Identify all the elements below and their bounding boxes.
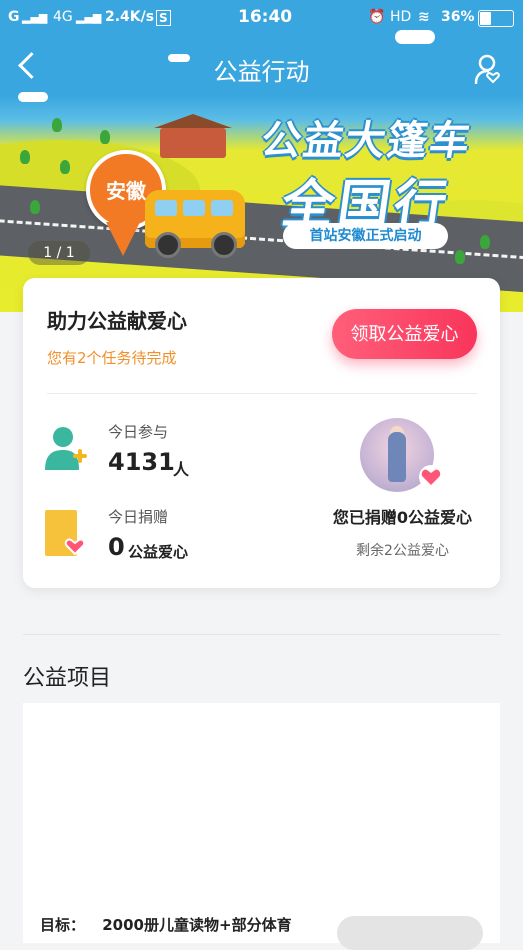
banner-title-line1: 公益大篷车 (258, 118, 475, 164)
project-target-label: 目标： (40, 916, 86, 934)
today-participate-value: 4131 (108, 448, 175, 476)
card-title: 助力公益献爱心 (47, 309, 187, 333)
page-title: 公益行动 (213, 58, 310, 86)
cloud-decoration (18, 92, 48, 102)
donation-heart-card-icon (45, 510, 86, 556)
network-label: 4G (53, 9, 73, 25)
tree-decoration (100, 130, 110, 144)
wifi-icon: ≋ (418, 9, 430, 25)
carousel-page-indicator: 1 / 1 (28, 241, 90, 265)
section-title: 公益项目 (23, 666, 112, 691)
status-bar: G ▂▄▆ 4G ▂▄▆ 2.4K/s S 16:40 ⏰ HD ≋ 36% (0, 0, 523, 36)
user-profile-icon[interactable] (474, 54, 502, 84)
tree-decoration (480, 235, 490, 249)
signal-label: G (8, 9, 20, 25)
today-donate-unit: 公益爱心 (128, 543, 189, 561)
project-target-text: 2000册儿童读物+部分体育 (102, 916, 292, 934)
battery-icon (478, 10, 514, 27)
charity-summary-card: 助力公益献爱心 您有2个任务待完成 领取公益爱心 今日参与 4131 人 今日捐… (23, 278, 500, 588)
card-divider (47, 393, 477, 394)
banner-subtitle: 首站安徽正式启动 (283, 223, 448, 249)
signal-bars-icon: ▂▄▆ (22, 11, 48, 24)
project-target: 目标： 2000册儿童读物+部分体育 (40, 914, 292, 935)
today-donate-value: 0 (108, 533, 125, 561)
tree-decoration (20, 150, 30, 164)
heart-badge-icon (419, 465, 443, 489)
project-card[interactable] (23, 703, 500, 943)
sim-icon: S (156, 10, 171, 26)
today-participate-label: 今日参与 (108, 423, 169, 441)
tree-decoration (455, 250, 465, 264)
section-divider (23, 634, 500, 635)
claim-love-button[interactable]: 领取公益爱心 (332, 309, 477, 359)
school-building-illustration (154, 114, 232, 158)
hd-label: HD (390, 9, 412, 25)
donated-summary: 您已捐赠0公益爱心 (332, 508, 473, 527)
hero-banner[interactable]: 安徽 公益大篷车 全国行 首站安徽正式启动 1 / 1 G ▂▄▆ 4G ▂▄▆… (0, 0, 523, 312)
project-action-button[interactable] (337, 916, 483, 950)
tree-decoration (52, 118, 62, 132)
network-speed: 2.4K/s (105, 9, 155, 25)
banner-title: 公益大篷车 全国行 (258, 108, 474, 237)
tree-decoration (60, 160, 70, 174)
alarm-icon: ⏰ (368, 9, 386, 25)
battery-percent: 36% (441, 9, 475, 25)
today-participate-unit: 人 (173, 460, 190, 479)
pending-tasks-text[interactable]: 您有2个任务待完成 (47, 347, 177, 368)
location-pin-tail (106, 222, 140, 256)
today-donate-label: 今日捐赠 (108, 508, 169, 526)
signal-bars-icon: ▂▄▆ (76, 11, 102, 24)
tree-decoration (30, 200, 40, 214)
person-add-icon (45, 427, 87, 470)
clock-time: 16:40 (238, 7, 293, 27)
remaining-summary: 剩余2公益爱心 (356, 543, 449, 559)
van-illustration (145, 190, 245, 258)
